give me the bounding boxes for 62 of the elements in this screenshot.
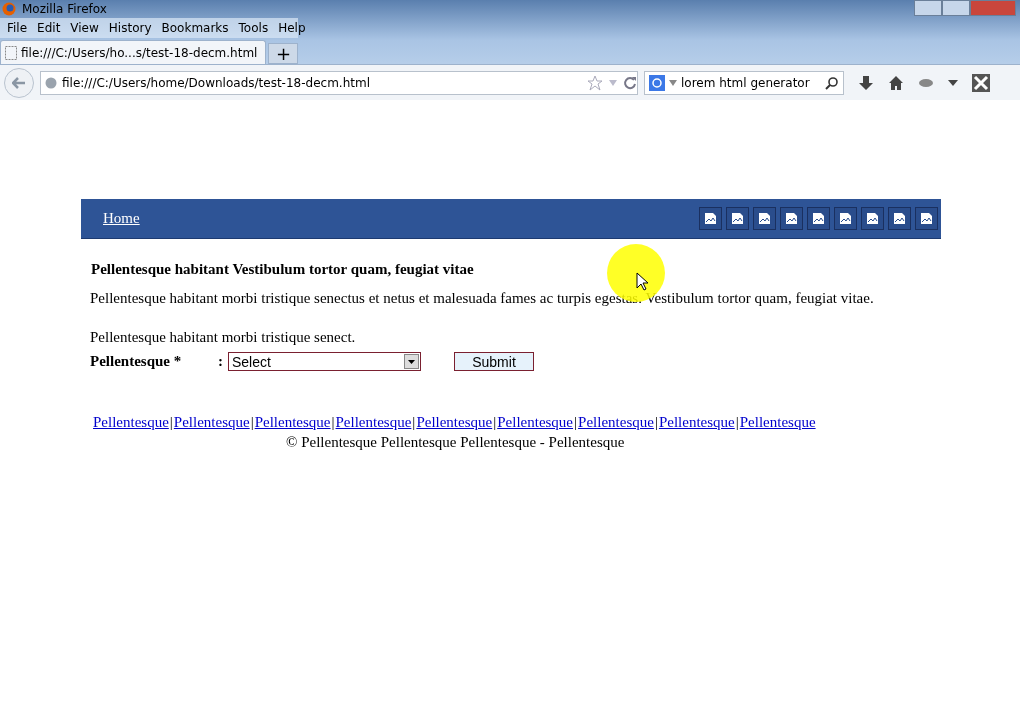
separator-text: | xyxy=(573,414,578,431)
minimize-button[interactable] xyxy=(914,0,942,16)
footer-link[interactable]: Pellentesque xyxy=(335,414,412,431)
separator-text: | xyxy=(654,414,659,431)
restore-button[interactable] xyxy=(942,0,970,16)
dropdown-icon[interactable] xyxy=(948,79,958,86)
field-label: Pellentesque * xyxy=(90,353,183,370)
separator-text: | xyxy=(734,414,740,431)
menu-item[interactable]: View xyxy=(65,21,104,35)
footer-link[interactable]: Pellentesque xyxy=(497,414,574,431)
paragraph: Pellentesque habitant morbi tristique senectus et netus et malesuada fames ac turpis egestas. Vestibulum tortor quam, feugiat vitae. xyxy=(90,290,875,307)
broken-image-icon[interactable] xyxy=(753,207,776,230)
menu-item[interactable]: Bookmarks xyxy=(156,21,234,35)
broken-image-icon[interactable] xyxy=(915,207,938,230)
browser-tab[interactable]: file:///C:/Users/ho...s/test-18-decm.html xyxy=(0,40,267,64)
broken-image-icon[interactable] xyxy=(780,207,803,230)
menu-item[interactable]: Edit xyxy=(32,21,66,35)
home-icon[interactable] xyxy=(888,74,904,91)
menu-item[interactable]: Help xyxy=(273,21,311,35)
select-dropdown[interactable]: Select xyxy=(228,352,421,371)
menu-item[interactable]: File xyxy=(2,21,33,35)
home-link[interactable]: Home xyxy=(103,210,140,227)
paragraph: Pellentesque habitant morbi tristique senect. xyxy=(90,329,357,346)
footer-link[interactable]: Pellentesque xyxy=(739,414,816,431)
search-icon[interactable] xyxy=(825,75,839,90)
reload-icon[interactable] xyxy=(623,75,637,90)
page-heading: Pellentesque habitant Vestibulum tortor quam, feugiat vitae xyxy=(91,261,475,278)
window-title: Mozilla Firefox xyxy=(22,2,107,16)
download-icon[interactable] xyxy=(858,74,874,91)
footer-link[interactable]: Pellentesque xyxy=(173,414,250,431)
search-field[interactable]: lorem html generator xyxy=(644,70,844,95)
broken-image-icon[interactable] xyxy=(726,207,749,230)
browser-logo-icon xyxy=(2,2,16,16)
colon-text: : xyxy=(218,353,224,370)
broken-image-icon[interactable] xyxy=(888,207,911,230)
submit-button[interactable]: Submit xyxy=(454,352,534,371)
page-icon xyxy=(5,45,17,60)
menu-item[interactable]: Tools xyxy=(233,21,274,35)
broken-image-icon[interactable] xyxy=(807,207,830,230)
footer-link[interactable]: Pellentesque xyxy=(254,414,331,431)
separator-text: | xyxy=(169,414,174,431)
back-arrow-icon[interactable] xyxy=(12,76,26,89)
separator-text: | xyxy=(330,414,336,431)
broken-image-icon[interactable] xyxy=(699,207,722,230)
globe-icon xyxy=(45,76,57,89)
new-tab-button[interactable]: + xyxy=(268,43,299,64)
broken-image-icon[interactable] xyxy=(834,207,857,230)
mouse-pointer-icon xyxy=(636,272,648,291)
star-icon[interactable] xyxy=(587,74,603,91)
broken-image-icon[interactable] xyxy=(861,207,884,230)
menu-item[interactable]: History xyxy=(103,21,157,35)
separator-text: | xyxy=(249,414,255,431)
copyright-text: © Pellentesque Pellentesque Pellentesque - Pellentesque xyxy=(286,434,626,451)
separator-text: | xyxy=(492,414,497,431)
footer-link[interactable]: Pellentesque xyxy=(658,414,735,431)
footer-link[interactable]: Pellentesque xyxy=(578,414,654,431)
search-engine-icon[interactable] xyxy=(649,74,665,91)
footer-link[interactable]: Pellentesque xyxy=(416,414,493,431)
address-bar[interactable]: file:///C:/Users/home/Downloads/test-18-decm.html xyxy=(40,70,638,95)
footer-link[interactable]: Pellentesque xyxy=(93,414,169,431)
separator-text: | xyxy=(411,414,417,431)
back-button[interactable] xyxy=(4,67,34,98)
